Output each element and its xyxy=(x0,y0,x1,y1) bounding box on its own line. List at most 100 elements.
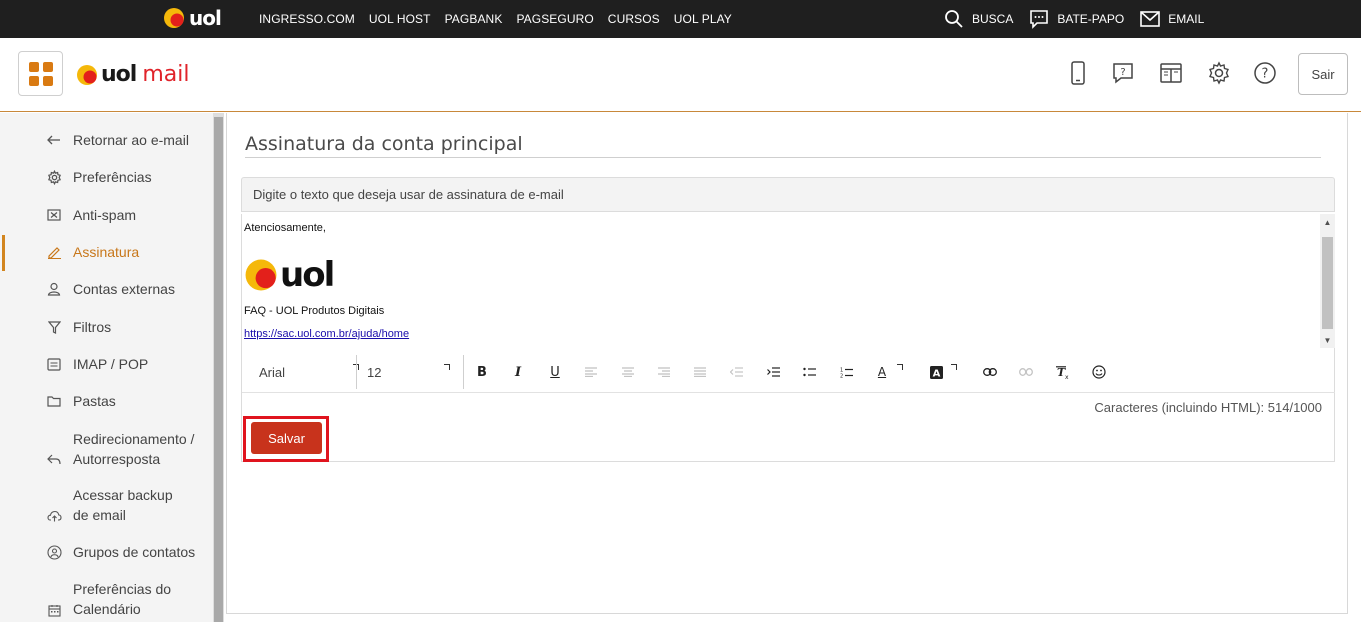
dropdown-corner-icon xyxy=(444,364,450,370)
help-chat-icon[interactable]: ? xyxy=(1110,60,1136,86)
busca-button[interactable]: BUSCA xyxy=(944,9,1013,29)
gear-icon xyxy=(46,169,62,185)
sidebar-item-label: Grupos de contatos xyxy=(73,544,196,560)
sidebar-item-label: Assinatura xyxy=(73,244,140,260)
sidebar-item-antispam[interactable]: Anti-spam xyxy=(46,207,136,223)
apps-menu-button[interactable] xyxy=(18,51,63,96)
sidebar-item-label: Acessar backup de email xyxy=(73,485,173,525)
sidebar-item-label: Preferências xyxy=(73,169,152,185)
sidebar-item-calendario[interactable]: Preferências do Calendário xyxy=(46,579,171,619)
bold-icon[interactable]: B xyxy=(472,362,492,382)
signature-logo-text: uol xyxy=(280,255,335,295)
email-label: EMAIL xyxy=(1168,12,1205,26)
uol-mail-logo[interactable]: uol mail xyxy=(76,62,189,87)
italic-icon[interactable]: I xyxy=(508,362,528,382)
sidebar-item-pastas[interactable]: Pastas xyxy=(46,393,116,409)
sidebar-scrollbar[interactable] xyxy=(213,113,224,622)
label-line-2: Autorresposta xyxy=(73,451,161,467)
busca-label: BUSCA xyxy=(972,12,1014,26)
sidebar-item-preferencias[interactable]: Preferências xyxy=(46,169,152,185)
font-size-select[interactable]: 12 xyxy=(367,356,457,388)
imap-icon xyxy=(46,356,62,372)
gear-icon[interactable] xyxy=(1206,60,1232,86)
mobile-icon[interactable] xyxy=(1065,60,1091,86)
sidebar-item-retornar[interactable]: Retornar ao e-mail xyxy=(46,132,189,148)
align-left-icon[interactable] xyxy=(581,362,601,382)
brand-mail-text: mail xyxy=(142,62,190,87)
svg-text:2: 2 xyxy=(840,373,843,378)
font-family-select[interactable]: Arial xyxy=(259,356,359,388)
sidebar-item-backup[interactable]: Acessar backup de email xyxy=(46,485,173,525)
editor-content-area[interactable]: Atenciosamente, uol FAQ - UOL Produtos D… xyxy=(242,214,1320,348)
editor-toolbar: Arial 12 B I U 12 A A T x xyxy=(242,350,1335,393)
indent-icon[interactable] xyxy=(763,362,783,382)
sidebar-item-label: Filtros xyxy=(73,319,112,335)
uol-portal-logo[interactable]: uol xyxy=(163,6,222,30)
calendar-icon xyxy=(46,602,62,618)
sidebar-item-label: Preferências do Calendário xyxy=(73,579,171,619)
sidebar-item-label: Contas externas xyxy=(73,281,175,297)
antispam-icon xyxy=(46,207,62,223)
link-ingresso[interactable]: INGRESSO.COM xyxy=(259,12,355,26)
layout-icon[interactable] xyxy=(1158,60,1184,86)
sidebar-item-redirecionamento[interactable]: Redirecionamento / Autorresposta xyxy=(46,429,194,469)
font-family-value: Arial xyxy=(259,364,286,380)
sidebar-scrollbar-thumb[interactable] xyxy=(214,117,223,622)
outdent-icon[interactable] xyxy=(726,362,746,382)
emoji-icon[interactable] xyxy=(1089,362,1109,382)
uol-logo-icon xyxy=(164,8,184,28)
reply-icon xyxy=(46,451,62,467)
sidebar-item-imap-pop[interactable]: IMAP / POP xyxy=(46,356,148,372)
signature-faq-text: FAQ - UOL Produtos Digitais xyxy=(244,305,385,317)
align-center-icon[interactable] xyxy=(618,362,638,382)
signature-greeting: Atenciosamente, xyxy=(244,222,326,234)
question-icon[interactable]: ? xyxy=(1252,60,1278,86)
active-indicator xyxy=(2,235,5,271)
svg-text:x: x xyxy=(1065,374,1069,379)
align-justify-icon[interactable] xyxy=(690,362,710,382)
page-title: Assinatura da conta principal xyxy=(245,133,523,155)
link-pagbank[interactable]: PAGBANK xyxy=(445,12,503,26)
numbered-list-icon[interactable]: 12 xyxy=(836,362,856,382)
sidebar-item-filtros[interactable]: Filtros xyxy=(46,319,111,335)
save-button[interactable]: Salvar xyxy=(251,422,322,454)
sidebar-item-contas-externas[interactable]: Contas externas xyxy=(46,281,175,297)
bullet-list-icon[interactable] xyxy=(799,362,819,382)
signature-uol-logo: uol xyxy=(244,255,335,295)
bate-papo-button[interactable]: BATE-PAPO xyxy=(1029,9,1124,29)
toolbar-separator xyxy=(356,355,357,389)
underline-icon[interactable]: U xyxy=(545,362,565,382)
link-cursos[interactable]: CURSOS xyxy=(608,12,660,26)
scroll-up-arrow-icon[interactable]: ▲ xyxy=(1320,215,1335,229)
sidebar-item-grupos[interactable]: Grupos de contatos xyxy=(46,544,195,560)
character-counter: Caracteres (incluindo HTML): 514/1000 xyxy=(1094,400,1322,415)
uol-brand-icon xyxy=(77,64,97,85)
sidebar-item-label: IMAP / POP xyxy=(73,356,149,372)
sidebar-item-assinatura[interactable]: Assinatura xyxy=(46,244,139,260)
editor-scrollbar-thumb[interactable] xyxy=(1322,237,1333,329)
text-color-icon[interactable]: A xyxy=(872,362,892,382)
scroll-down-arrow-icon[interactable]: ▼ xyxy=(1320,333,1335,347)
svg-text:?: ? xyxy=(1262,67,1269,82)
link-uol-play[interactable]: UOL PLAY xyxy=(674,12,732,26)
logout-button[interactable]: Sair xyxy=(1298,53,1348,95)
email-button[interactable]: EMAIL xyxy=(1140,11,1204,27)
dropdown-corner-icon xyxy=(897,364,903,370)
link-icon[interactable] xyxy=(980,362,1000,382)
clear-format-icon[interactable]: Tx xyxy=(1053,362,1073,382)
align-right-icon[interactable] xyxy=(654,362,674,382)
filter-icon xyxy=(46,319,62,335)
label-line-2: de email xyxy=(73,507,126,523)
cloud-icon xyxy=(46,508,62,524)
signature-help-link[interactable]: https://sac.uol.com.br/ajuda/home xyxy=(244,328,409,340)
link-uol-host[interactable]: UOL HOST xyxy=(369,12,431,26)
highlight-color-dropdown[interactable] xyxy=(951,356,961,388)
editor-scrollbar[interactable]: ▲ ▼ xyxy=(1320,214,1335,348)
highlight-color-icon[interactable]: A xyxy=(926,362,946,382)
portal-links: INGRESSO.COM UOL HOST PAGBANK PAGSEGURO … xyxy=(259,0,746,38)
unlink-icon[interactable] xyxy=(1016,362,1036,382)
bate-papo-label: BATE-PAPO xyxy=(1057,12,1125,26)
link-pagseguro[interactable]: PAGSEGURO xyxy=(516,12,593,26)
signature-hint: Digite o texto que deseja usar de assina… xyxy=(241,177,1335,212)
text-color-dropdown[interactable] xyxy=(897,356,907,388)
